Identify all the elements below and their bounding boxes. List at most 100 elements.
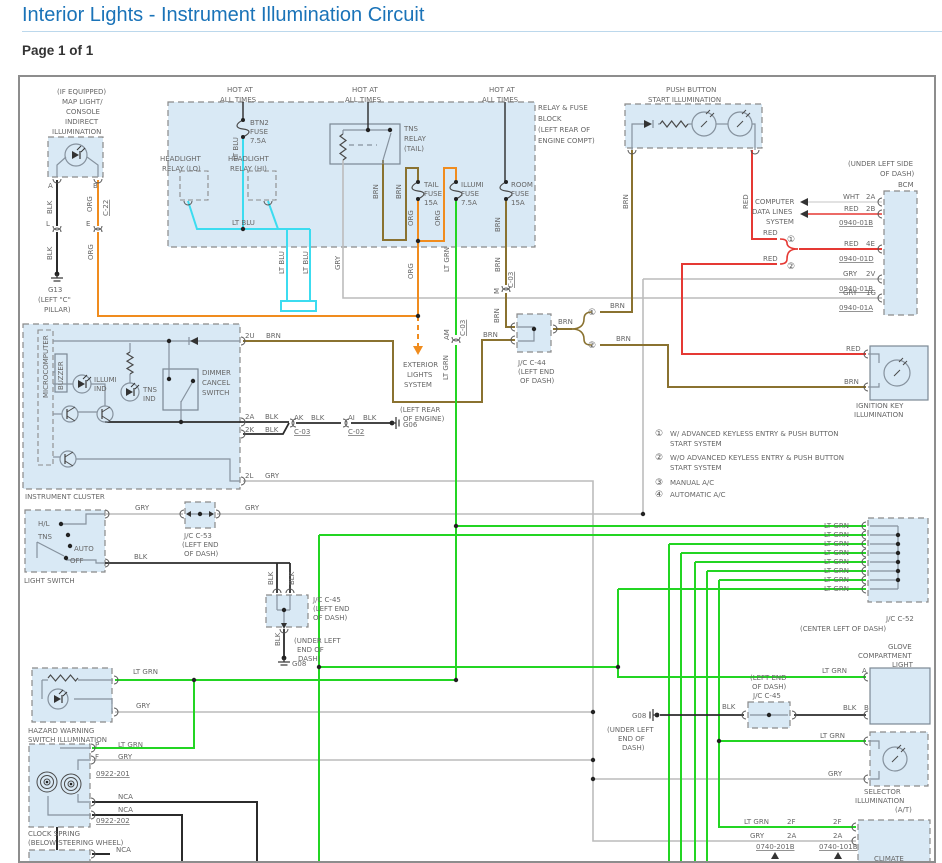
diagram-label: LT BLU bbox=[278, 251, 286, 274]
junction-dot bbox=[167, 377, 171, 381]
diagram-label: ILLUMI bbox=[461, 181, 484, 189]
diagram-label: LT GRN bbox=[822, 667, 847, 675]
diagram-label: RED bbox=[742, 194, 750, 209]
diagram-label: (LEFT REAR bbox=[400, 406, 441, 414]
diagram-label: C-03 bbox=[507, 272, 515, 288]
fuse-terminal bbox=[504, 197, 508, 201]
connector-gap bbox=[453, 337, 459, 343]
junction-dot bbox=[167, 339, 171, 343]
diagram-label: DIMMER bbox=[202, 369, 231, 377]
diagram-label: J/C C-44 bbox=[517, 359, 546, 367]
diagram-label: BRN bbox=[622, 194, 630, 209]
diagram-label: CLOCK SPRING bbox=[28, 830, 80, 838]
diagram-label: (UNDER LEFT bbox=[607, 726, 654, 734]
diagram-label: P bbox=[95, 741, 99, 749]
diagram-label: WHT bbox=[843, 193, 860, 201]
diagram-label: A bbox=[48, 182, 53, 190]
diagram-label: AI bbox=[348, 414, 355, 422]
diagram-label: BLK bbox=[265, 413, 279, 421]
junction-dot bbox=[896, 542, 900, 546]
diagram-label: RED bbox=[846, 345, 861, 353]
diagram-label: 0940-01A bbox=[839, 304, 873, 312]
diagram-label: START SYSTEM bbox=[670, 464, 722, 472]
diagram-label: FUSE bbox=[424, 190, 442, 198]
diagram-label: 2B bbox=[866, 205, 875, 213]
diagram-label: G13 bbox=[48, 286, 62, 294]
diagram-label: NCA bbox=[118, 793, 133, 801]
diagram-label: HEADLIGHT bbox=[228, 155, 270, 163]
diagram-label: (A/T) bbox=[895, 806, 912, 814]
diagram-label: ALL TIMES bbox=[220, 96, 257, 104]
diagram-label: (LEFT "C" bbox=[38, 296, 71, 304]
diagram-label: BLK bbox=[46, 246, 54, 260]
diagram-label: BLK bbox=[274, 632, 282, 646]
junction-dot bbox=[192, 678, 196, 682]
diagram-label: GRY bbox=[118, 753, 133, 761]
diagram-label: NCA bbox=[118, 806, 133, 814]
diagram-label: 0740-101B bbox=[819, 843, 858, 851]
wiring-diagram: ①②①②①②③④(IF EQUIPPED)MAP LIGHT/CONSOLEIN… bbox=[20, 77, 934, 861]
circled-number: ③ bbox=[655, 478, 663, 488]
component-box bbox=[281, 301, 316, 311]
diagram-label: 0922-201 bbox=[96, 770, 130, 778]
diagram-label: (LEFT END bbox=[313, 605, 350, 613]
diagram-label: ORG bbox=[87, 244, 95, 260]
diagram-label: END OF bbox=[297, 646, 324, 654]
diagram-label: (UNDER LEFT bbox=[294, 637, 341, 645]
fuse-terminal bbox=[454, 197, 458, 201]
fuse-terminal bbox=[241, 118, 245, 122]
diagram-label: (LEFT END bbox=[750, 674, 787, 682]
diagram-label: TNS bbox=[37, 533, 53, 541]
diagram-label: START SYSTEM bbox=[670, 440, 722, 448]
diagram-label: ORG bbox=[407, 263, 415, 279]
diagram-label: AUTOMATIC A/C bbox=[670, 491, 726, 499]
diagram-label: LT GRN bbox=[824, 585, 849, 593]
diagram-label: GRY bbox=[843, 270, 858, 278]
diagram-label: (CENTER LEFT OF DASH) bbox=[800, 625, 886, 633]
diagram-label: LT GRN bbox=[824, 567, 849, 575]
diagram-label: AK bbox=[294, 414, 304, 422]
diagram-label: ALL TIMES bbox=[482, 96, 519, 104]
diagram-label: LT GRN bbox=[824, 558, 849, 566]
diagram-label: GRY bbox=[843, 289, 858, 297]
diagram-label: BCM bbox=[898, 181, 914, 189]
connector-gap bbox=[95, 226, 101, 232]
diagram-label: BLK bbox=[267, 571, 275, 585]
junction-dot bbox=[591, 758, 595, 762]
diagram-label: 2K bbox=[245, 426, 254, 434]
diagram-label: 0940-01D bbox=[839, 255, 874, 263]
junction-dot bbox=[366, 128, 370, 132]
diagram-label: 15A bbox=[511, 199, 525, 207]
component-box bbox=[29, 850, 90, 861]
diagram-label: BTN2 bbox=[250, 119, 269, 127]
diagram-label: (BELOW STEERING WHEEL) bbox=[28, 839, 124, 847]
fuse-terminal bbox=[416, 180, 420, 184]
diagram-label: SYSTEM bbox=[404, 381, 432, 389]
diagram-label: TNS bbox=[403, 125, 419, 133]
diagram-label: (UNDER LEFT SIDE bbox=[848, 160, 913, 168]
diagram-label: BRN bbox=[610, 302, 625, 310]
diagram-label: LT BLU bbox=[302, 251, 310, 274]
diagram-label: LIGHTS bbox=[407, 371, 433, 379]
junction-dot bbox=[641, 512, 645, 516]
diagram-label: LT GRN bbox=[824, 576, 849, 584]
diagram-label: (TAIL) bbox=[404, 145, 424, 153]
fuse-terminal bbox=[241, 135, 245, 139]
diagram-label: 1G bbox=[866, 289, 876, 297]
diagram-label: J/C C-53 bbox=[183, 532, 212, 540]
component-box bbox=[23, 324, 240, 489]
junction-dot bbox=[66, 533, 70, 537]
diagram-label: INDIRECT bbox=[65, 118, 99, 126]
junction-dot bbox=[532, 327, 536, 331]
diagram-label: 7.5A bbox=[461, 199, 477, 207]
junction-dot bbox=[896, 551, 900, 555]
circled-number: ① bbox=[655, 429, 663, 439]
diagram-panel[interactable]: ①②①②①②③④(IF EQUIPPED)MAP LIGHT/CONSOLEIN… bbox=[18, 75, 936, 863]
diagram-label: TAIL bbox=[423, 181, 439, 189]
diagram-label: LT GRN bbox=[118, 741, 143, 749]
diagram-label: 2V bbox=[866, 270, 875, 278]
diagram-label: ROOM bbox=[511, 181, 533, 189]
diagram-label: RED bbox=[844, 240, 859, 248]
diagram-label: LIGHT bbox=[892, 661, 914, 669]
junction-dot bbox=[454, 678, 458, 682]
